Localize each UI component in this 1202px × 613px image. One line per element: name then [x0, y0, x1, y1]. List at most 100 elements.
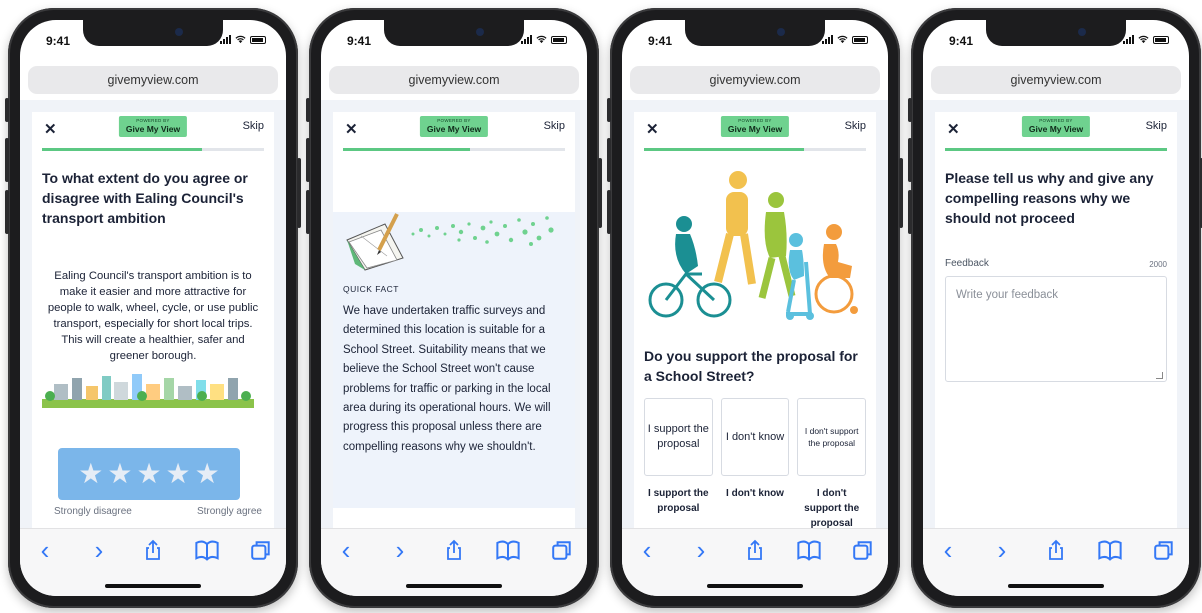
- option-dont-know[interactable]: I don't know: [720, 398, 790, 476]
- tabs-icon[interactable]: [549, 539, 575, 561]
- phone-1: 9:41 givemyview.com ✕ POWERED BY Give My…: [5, 8, 301, 608]
- feedback-label: Feedback: [945, 258, 989, 269]
- tabs-icon[interactable]: [1151, 539, 1177, 561]
- star-rating[interactable]: ★ ★ ★ ★ ★: [58, 448, 240, 500]
- tabs-icon[interactable]: [248, 539, 274, 561]
- battery-icon: [551, 36, 567, 44]
- wifi-icon: [1138, 35, 1149, 44]
- home-indicator: [1008, 584, 1104, 588]
- phone-2: 9:41 givemyview.com ✕ POWERED BY Give My…: [306, 8, 602, 608]
- question-title: To what extent do you agree or disagree …: [42, 170, 248, 226]
- brand-badge: POWERED BY Give My View: [1021, 116, 1091, 137]
- phone-4: 9:41 givemyview.com ✕ POWERED BY Give My…: [908, 8, 1202, 608]
- option-dont-support[interactable]: I don't support the proposal: [797, 398, 867, 476]
- notebook-pencil-illustration: [346, 213, 554, 271]
- option-dont-know-label[interactable]: I don't know: [721, 486, 790, 528]
- tabs-icon[interactable]: [850, 539, 876, 561]
- web-content: ✕ POWERED BY Give My View Skip Please te…: [923, 100, 1189, 528]
- bookmarks-icon[interactable]: [796, 539, 822, 561]
- share-icon[interactable]: [441, 539, 467, 561]
- share-icon[interactable]: [742, 539, 768, 561]
- address-bar[interactable]: givemyview.com: [630, 66, 880, 94]
- address-bar[interactable]: givemyview.com: [329, 66, 579, 94]
- skip-button[interactable]: Skip: [1146, 120, 1167, 132]
- status-time: 9:41: [949, 34, 974, 48]
- feedback-textarea[interactable]: [945, 276, 1167, 382]
- safari-toolbar: ‹ ›: [20, 528, 286, 596]
- screen: 9:41 givemyview.com ✕ POWERED BY Give My…: [321, 20, 587, 596]
- forward-icon[interactable]: ›: [989, 535, 1015, 565]
- bookmarks-icon[interactable]: [194, 539, 220, 561]
- notch: [83, 20, 223, 46]
- address-bar[interactable]: givemyview.com: [28, 66, 278, 94]
- status-time: 9:41: [347, 34, 372, 48]
- address-bar[interactable]: givemyview.com: [931, 66, 1181, 94]
- back-icon[interactable]: ‹: [333, 535, 359, 565]
- status-time: 9:41: [648, 34, 673, 48]
- quick-fact-text: We have undertaken traffic surveys and d…: [343, 305, 551, 453]
- question-title: Do you support the proposal for a School…: [644, 348, 858, 384]
- character-limit: 2000: [1149, 260, 1167, 269]
- skip-button[interactable]: Skip: [544, 120, 565, 132]
- brand-badge: POWERED BY Give My View: [118, 116, 188, 137]
- question-title: Please tell us why and give any compelli…: [945, 170, 1154, 226]
- option-support-label[interactable]: I support the proposal: [644, 486, 713, 528]
- brand-badge: POWERED BY Give My View: [419, 116, 489, 137]
- notch: [986, 20, 1126, 46]
- survey-card: ✕ POWERED BY Give My View Skip To what e…: [32, 112, 274, 528]
- screen: 9:41 givemyview.com ✕ POWERED BY Give My…: [20, 20, 286, 596]
- back-icon[interactable]: ‹: [935, 535, 961, 565]
- wifi-icon: [837, 35, 848, 44]
- option-dont-support-label[interactable]: I don't support the proposal: [797, 486, 866, 528]
- skip-button[interactable]: Skip: [243, 120, 264, 132]
- battery-icon: [250, 36, 266, 44]
- bookmarks-icon[interactable]: [495, 539, 521, 561]
- close-icon[interactable]: ✕: [44, 120, 57, 138]
- web-content: ✕ POWERED BY Give My View Skip To what e…: [20, 100, 286, 528]
- star-icon[interactable]: ★: [166, 460, 191, 488]
- question-description: Ealing Council's transport ambition is t…: [47, 270, 259, 362]
- screen: 9:41 givemyview.com ✕ POWERED BY Give My…: [923, 20, 1189, 596]
- share-icon[interactable]: [1043, 539, 1069, 561]
- star-icon[interactable]: ★: [107, 460, 132, 488]
- brand-badge: POWERED BY Give My View: [720, 116, 790, 137]
- skip-button[interactable]: Skip: [845, 120, 866, 132]
- web-content: ✕ POWERED BY Give My View Skip: [622, 100, 888, 528]
- notch: [384, 20, 524, 46]
- status-time: 9:41: [46, 34, 71, 48]
- forward-icon[interactable]: ›: [688, 535, 714, 565]
- option-support[interactable]: I support the proposal: [644, 398, 713, 476]
- safari-toolbar: ‹ ›: [622, 528, 888, 596]
- active-travel-illustration: [648, 171, 858, 320]
- scale-min-label: Strongly disagree: [54, 506, 132, 517]
- home-indicator: [105, 584, 201, 588]
- quick-fact-label: QUICK FACT: [343, 284, 400, 294]
- phone-3: 9:41 givemyview.com ✕ POWERED BY Give My…: [607, 8, 903, 608]
- forward-icon[interactable]: ›: [387, 535, 413, 565]
- screen: 9:41 givemyview.com ✕ POWERED BY Give My…: [622, 20, 888, 596]
- progress-bar: [42, 148, 264, 151]
- star-icon[interactable]: ★: [78, 460, 103, 488]
- scale-max-label: Strongly agree: [196, 506, 262, 517]
- survey-card: ✕ POWERED BY Give My View Skip: [634, 112, 876, 528]
- back-icon[interactable]: ‹: [32, 535, 58, 565]
- forward-icon[interactable]: ›: [86, 535, 112, 565]
- survey-card: ✕ POWERED BY Give My View Skip: [333, 112, 575, 528]
- close-icon[interactable]: ✕: [947, 120, 960, 138]
- progress-bar: [644, 148, 866, 151]
- share-icon[interactable]: [140, 539, 166, 561]
- web-content: ✕ POWERED BY Give My View Skip: [321, 100, 587, 528]
- back-icon[interactable]: ‹: [634, 535, 660, 565]
- progress-bar: [343, 148, 565, 151]
- home-indicator: [707, 584, 803, 588]
- notch: [685, 20, 825, 46]
- wifi-icon: [235, 35, 246, 44]
- star-icon[interactable]: ★: [195, 460, 220, 488]
- close-icon[interactable]: ✕: [345, 120, 358, 138]
- wifi-icon: [536, 35, 547, 44]
- close-icon[interactable]: ✕: [646, 120, 659, 138]
- bookmarks-icon[interactable]: [1097, 539, 1123, 561]
- resize-handle-icon[interactable]: [1156, 372, 1163, 379]
- star-icon[interactable]: ★: [136, 460, 161, 488]
- battery-icon: [1153, 36, 1169, 44]
